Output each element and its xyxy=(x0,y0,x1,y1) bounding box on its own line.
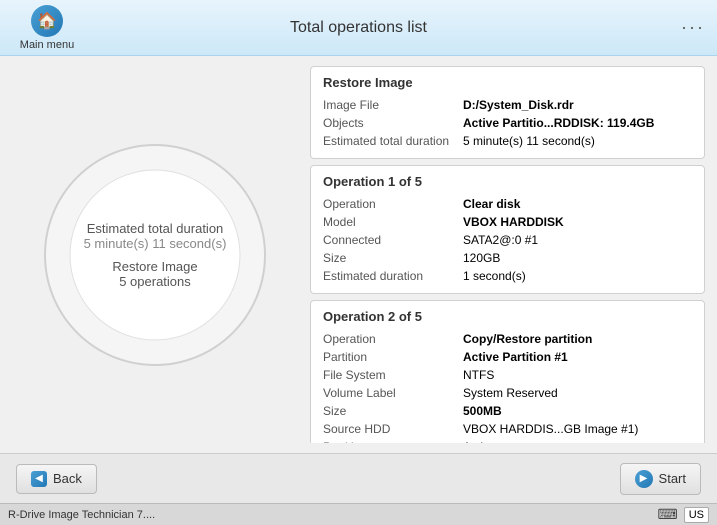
row-key: Size xyxy=(323,251,463,265)
language-badge[interactable]: US xyxy=(684,507,709,523)
back-arrow-icon: ◀ xyxy=(31,471,47,487)
row-value: D:/System_Disk.rdr xyxy=(463,98,574,112)
start-button[interactable]: ▶ Start xyxy=(620,463,701,495)
left-panel: Estimated total duration 5 minute(s) 11 … xyxy=(10,66,300,443)
table-row: ModelVBOX HARDDISK xyxy=(323,213,692,231)
back-button[interactable]: ◀ Back xyxy=(16,464,97,494)
table-row: ConnectedSATA2@:0 #1 xyxy=(323,231,692,249)
table-row: OperationClear disk xyxy=(323,195,692,213)
row-value: 5 minute(s) 11 second(s) xyxy=(463,134,595,148)
operation-count: 5 operations xyxy=(84,274,227,289)
row-value: VBOX HARDDIS...GB Image #1) xyxy=(463,422,638,436)
row-value: NTFS xyxy=(463,368,494,382)
operation-name: Restore Image xyxy=(84,259,227,274)
table-row: ObjectsActive Partitio...RDDISK: 119.4GB xyxy=(323,114,692,132)
circle-diagram: Estimated total duration 5 minute(s) 11 … xyxy=(35,135,275,375)
row-key: Estimated duration xyxy=(323,269,463,283)
table-row: Estimated total duration5 minute(s) 11 s… xyxy=(323,132,692,150)
table-row: File SystemNTFS xyxy=(323,366,692,384)
operation-card-title: Restore Image xyxy=(323,75,692,90)
operation-card-title: Operation 2 of 5 xyxy=(323,309,692,324)
start-label: Start xyxy=(659,471,686,486)
header: 🏠 Main menu Total operations list ··· xyxy=(0,0,717,56)
estimated-duration-label: Estimated total duration xyxy=(84,221,227,236)
table-row: Volume LabelSystem Reserved xyxy=(323,384,692,402)
row-value: 120GB xyxy=(463,251,500,265)
row-value: Active Partition #1 xyxy=(463,350,568,364)
keyboard-icon: ⌨ xyxy=(658,506,678,523)
home-icon: 🏠 xyxy=(31,5,63,37)
row-key: Size xyxy=(323,404,463,418)
row-key: Operation xyxy=(323,197,463,211)
row-value: SATA2@:0 #1 xyxy=(463,233,538,247)
row-value: System Reserved xyxy=(463,386,558,400)
row-value: Clear disk xyxy=(463,197,520,211)
operation-card: Operation 1 of 5OperationClear diskModel… xyxy=(310,165,705,294)
back-label: Back xyxy=(53,471,82,486)
table-row: Source HDDVBOX HARDDIS...GB Image #1) xyxy=(323,420,692,438)
taskbar-app-label: R-Drive Image Technician 7.... xyxy=(8,509,155,521)
operation-card: Operation 2 of 5 OperationCopy/Restore pa… xyxy=(310,300,705,443)
taskbar-right: ⌨ US xyxy=(658,506,710,523)
row-value: 500MB xyxy=(463,404,502,418)
row-key: Connected xyxy=(323,233,463,247)
start-play-icon: ▶ xyxy=(635,470,653,488)
row-key: Estimated total duration xyxy=(323,134,463,148)
table-row: PartitionActive Partition #1 xyxy=(323,348,692,366)
estimated-duration-value: 5 minute(s) 11 second(s) xyxy=(84,236,227,251)
row-key: Source HDD xyxy=(323,422,463,436)
operation-card: Restore Image Image FileD:/System_Disk.rd… xyxy=(310,66,705,159)
row-key: Model xyxy=(323,215,463,229)
row-key: File System xyxy=(323,368,463,382)
main-menu-button[interactable]: 🏠 Main menu xyxy=(12,5,82,51)
more-options-button[interactable]: ··· xyxy=(681,17,705,38)
table-row: Size500MB xyxy=(323,402,692,420)
row-key: Partition xyxy=(323,350,463,364)
table-row: Partition typeActive xyxy=(323,438,692,443)
taskbar: R-Drive Image Technician 7.... ⌨ US xyxy=(0,503,717,525)
table-row: Image FileD:/System_Disk.rdr xyxy=(323,96,692,114)
row-value: Active Partitio...RDDISK: 119.4GB xyxy=(463,116,654,130)
footer: ◀ Back ▶ Start xyxy=(0,453,717,503)
table-row: Estimated duration1 second(s) xyxy=(323,267,692,285)
circle-text: Estimated total duration 5 minute(s) 11 … xyxy=(84,221,227,289)
operation-card-title: Operation 1 of 5 xyxy=(323,174,692,189)
table-row: Size120GB xyxy=(323,249,692,267)
row-key: Volume Label xyxy=(323,386,463,400)
main-menu-label: Main menu xyxy=(20,39,74,51)
page-title: Total operations list xyxy=(290,19,427,37)
row-key: Image File xyxy=(323,98,463,112)
row-key: Partition type xyxy=(323,440,463,443)
operations-list: Restore Image Image FileD:/System_Disk.rd… xyxy=(310,66,707,443)
table-row: OperationCopy/Restore partition xyxy=(323,330,692,348)
row-value: VBOX HARDDISK xyxy=(463,215,564,229)
row-key: Operation xyxy=(323,332,463,346)
row-value: Active xyxy=(463,440,496,443)
row-key: Objects xyxy=(323,116,463,130)
row-value: Copy/Restore partition xyxy=(463,332,592,346)
main-content: Estimated total duration 5 minute(s) 11 … xyxy=(0,56,717,453)
row-value: 1 second(s) xyxy=(463,269,526,283)
